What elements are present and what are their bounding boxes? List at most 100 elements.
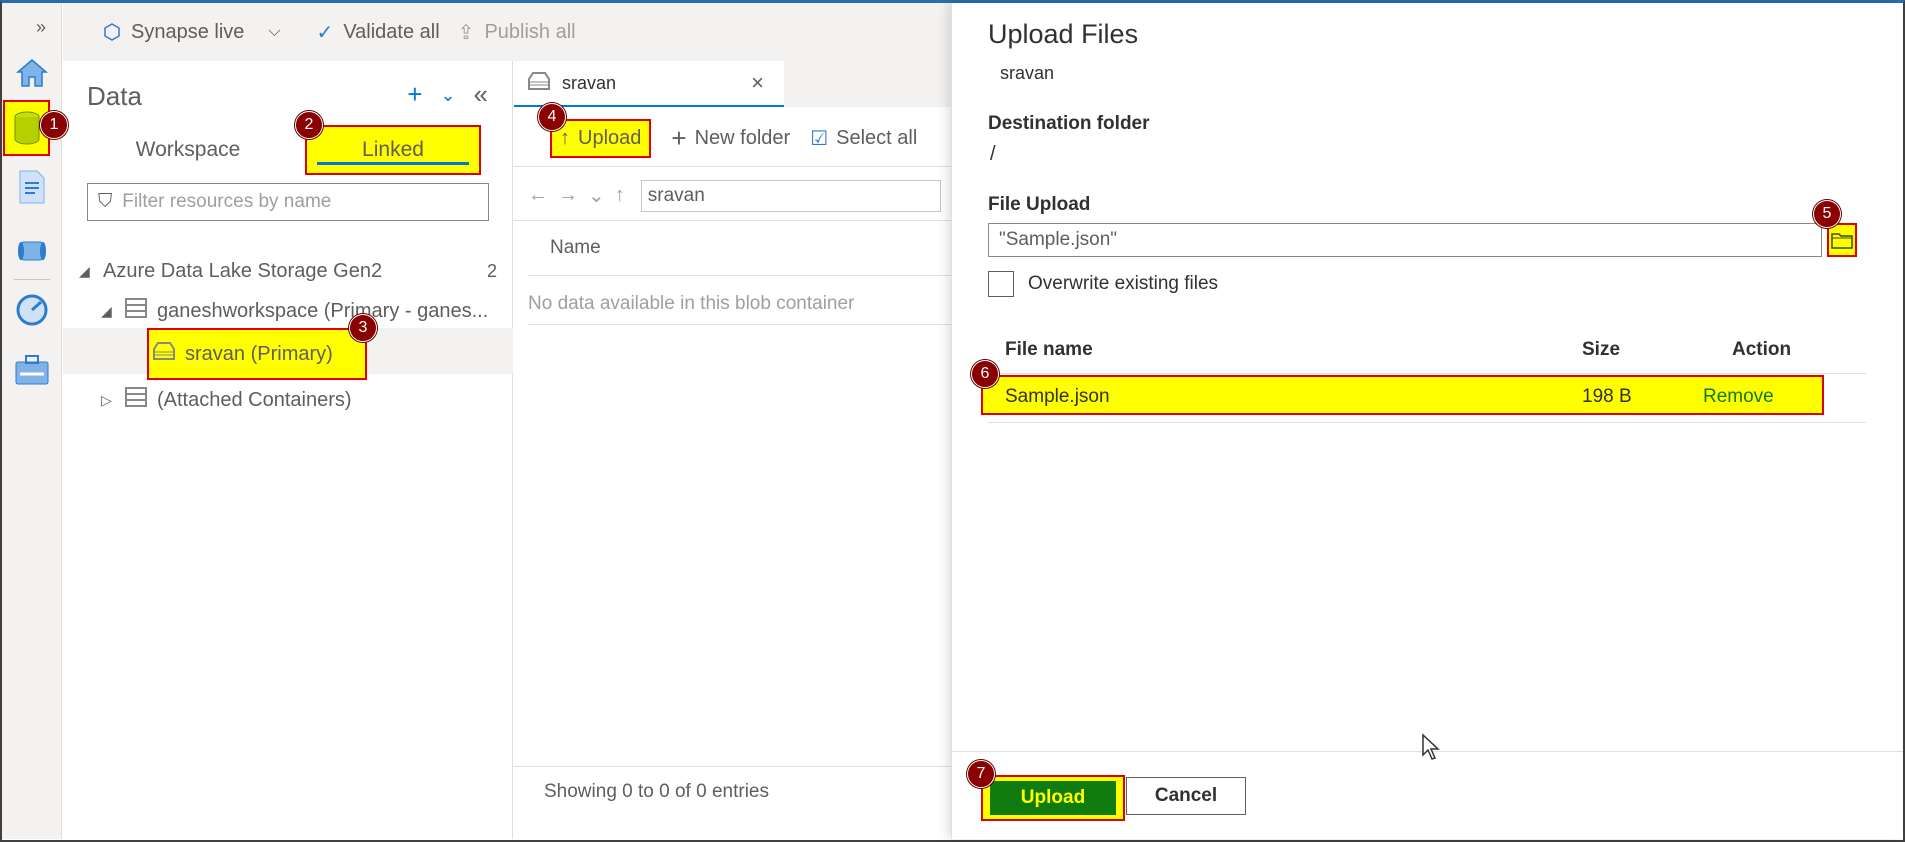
collapse-panel-icon[interactable]: « bbox=[474, 79, 488, 110]
dialog-title: Upload Files bbox=[988, 19, 1139, 49]
add-resource-icon[interactable]: + bbox=[407, 79, 422, 110]
file-size-cell: 198 B bbox=[1582, 386, 1632, 407]
callout-badge: 6 bbox=[971, 360, 999, 388]
callout-badge: 4 bbox=[538, 103, 566, 131]
synapse-live-selector[interactable]: Synapse live ⌵ bbox=[103, 21, 281, 44]
top-toolbar: Synapse live ⌵ ✓ Validate all ⇪ Publish … bbox=[63, 3, 951, 61]
rail-divider bbox=[14, 279, 50, 280]
upload-label: Upload bbox=[578, 127, 642, 149]
validate-all-button[interactable]: ✓ Validate all bbox=[317, 20, 440, 45]
collapsed-caret-icon: ▷ bbox=[101, 391, 112, 408]
validate-icon: ✓ bbox=[316, 21, 334, 44]
tab-linked[interactable]: Linked bbox=[305, 125, 481, 175]
new-folder-button[interactable]: + New folder bbox=[671, 123, 790, 154]
filter-placeholder: Filter resources by name bbox=[122, 191, 332, 212]
forward-arrow-icon[interactable]: → bbox=[558, 184, 578, 207]
upload-button[interactable]: Upload bbox=[981, 775, 1125, 821]
tabstrip-background bbox=[784, 61, 951, 107]
container-icon bbox=[153, 341, 175, 367]
expand-rail-icon[interactable]: » bbox=[36, 17, 46, 38]
upload-files-dialog: Upload Files sravan Destination folder /… bbox=[951, 3, 1903, 839]
chevron-down-icon: ⌵ bbox=[268, 23, 281, 40]
select-all-icon: ☑ bbox=[810, 128, 829, 150]
validate-all-label: Validate all bbox=[343, 20, 440, 43]
expanded-caret-icon: ◢ bbox=[101, 302, 112, 319]
storage-account-icon bbox=[125, 298, 147, 324]
home-icon[interactable] bbox=[10, 51, 54, 95]
destination-folder-label: Destination folder bbox=[988, 113, 1150, 134]
container-explorer: sravan × ↑ Upload + New folder ☑ Select … bbox=[514, 61, 951, 839]
path-input[interactable]: sravan bbox=[640, 179, 941, 212]
tab-sravan[interactable]: sravan × bbox=[514, 61, 784, 107]
path-value: sravan bbox=[647, 184, 705, 206]
back-arrow-icon[interactable]: ← bbox=[528, 184, 548, 207]
callout-badge: 2 bbox=[295, 111, 323, 139]
monitor-hub-icon[interactable] bbox=[10, 288, 54, 332]
close-icon[interactable]: × bbox=[751, 70, 764, 96]
tree-item-sravan-row[interactable]: sravan (Primary) bbox=[63, 328, 513, 380]
dialog-container-name: sravan bbox=[1000, 63, 1055, 83]
tree-item-attached-containers[interactable]: ▷ (Attached Containers) bbox=[63, 377, 513, 423]
tab-active-indicator bbox=[317, 162, 469, 165]
file-input-value: "Sample.json" bbox=[999, 229, 1118, 250]
mouse-cursor-icon bbox=[1421, 733, 1441, 766]
column-header-file-name: File name bbox=[1005, 339, 1093, 360]
collapse-all-icon[interactable]: ⌄ bbox=[440, 79, 455, 110]
tree-item-label: (Attached Containers) bbox=[157, 388, 352, 411]
browse-folder-button[interactable] bbox=[1827, 223, 1857, 257]
tree-item-label: sravan (Primary) bbox=[185, 342, 333, 365]
plus-icon: + bbox=[671, 123, 687, 153]
column-header-action: Action bbox=[1732, 339, 1792, 360]
up-arrow-icon[interactable]: ↑ bbox=[615, 184, 625, 207]
select-all-label: Select all bbox=[836, 127, 918, 149]
column-header-size: Size bbox=[1582, 339, 1621, 360]
upload-toolbar-button[interactable]: ↑ Upload bbox=[550, 119, 652, 158]
remove-file-link[interactable]: Remove bbox=[1703, 386, 1774, 408]
folder-icon bbox=[1831, 233, 1853, 249]
integrate-hub-icon[interactable] bbox=[10, 229, 54, 273]
callout-badge: 3 bbox=[349, 314, 377, 342]
tree-item-sravan[interactable]: sravan (Primary) bbox=[147, 328, 367, 380]
select-all-button[interactable]: ☑ Select all bbox=[810, 126, 917, 151]
publish-all-button[interactable]: ⇪ Publish all bbox=[458, 20, 576, 45]
file-upload-input[interactable]: "Sample.json" bbox=[988, 223, 1822, 257]
filter-icon: ⛉ bbox=[98, 191, 113, 212]
chevron-down-icon[interactable]: ⌄ bbox=[588, 183, 605, 208]
callout-badge: 7 bbox=[967, 760, 995, 788]
table-row: Sample.json 198 B Remove bbox=[981, 375, 1824, 415]
upload-button-label: Upload bbox=[990, 781, 1116, 815]
publish-all-label: Publish all bbox=[484, 20, 576, 43]
cancel-button[interactable]: Cancel bbox=[1126, 777, 1246, 815]
table-divider bbox=[988, 373, 1866, 374]
tree-group-count: 2 bbox=[486, 260, 497, 281]
entries-count: Showing 0 to 0 of 0 entries bbox=[544, 781, 769, 802]
container-icon bbox=[528, 71, 550, 96]
upload-arrow-icon: ↑ bbox=[560, 127, 570, 149]
footer-divider bbox=[514, 766, 951, 767]
callout-badge: 1 bbox=[40, 111, 68, 139]
overwrite-checkbox[interactable] bbox=[988, 271, 1014, 297]
expanded-caret-icon: ◢ bbox=[79, 262, 90, 279]
data-panel-title: Data bbox=[87, 81, 142, 111]
tree-item-label: ganeshworkspace (Primary - ganes... bbox=[157, 299, 489, 322]
storage-account-icon bbox=[125, 387, 147, 413]
overwrite-option: Overwrite existing files bbox=[988, 271, 1218, 297]
path-navigation: ← → ⌄ ↑ sravan bbox=[514, 171, 951, 221]
table-divider bbox=[988, 422, 1866, 423]
synapse-live-label: Synapse live bbox=[131, 20, 245, 43]
column-header-name[interactable]: Name bbox=[550, 237, 601, 259]
manage-hub-icon[interactable] bbox=[10, 348, 54, 392]
destination-folder-value: / bbox=[990, 143, 996, 165]
overwrite-label: Overwrite existing files bbox=[1028, 273, 1219, 294]
tab-linked-label: Linked bbox=[362, 138, 424, 161]
develop-hub-icon[interactable] bbox=[10, 165, 54, 209]
explorer-toolbar: ↑ Upload + New folder ☑ Select all bbox=[514, 111, 951, 167]
file-name-cell: Sample.json bbox=[1005, 386, 1110, 407]
tree-group-label: Azure Data Lake Storage Gen2 bbox=[103, 259, 383, 282]
callout-badge: 5 bbox=[1813, 200, 1841, 228]
synapse-icon bbox=[104, 23, 120, 41]
filter-resources-input[interactable]: ⛉ Filter resources by name bbox=[87, 183, 489, 221]
tab-workspace[interactable]: Workspace bbox=[113, 125, 263, 175]
empty-state-message: No data available in this blob container bbox=[528, 293, 855, 314]
data-panel-actions: + ⌄ « bbox=[407, 79, 488, 110]
